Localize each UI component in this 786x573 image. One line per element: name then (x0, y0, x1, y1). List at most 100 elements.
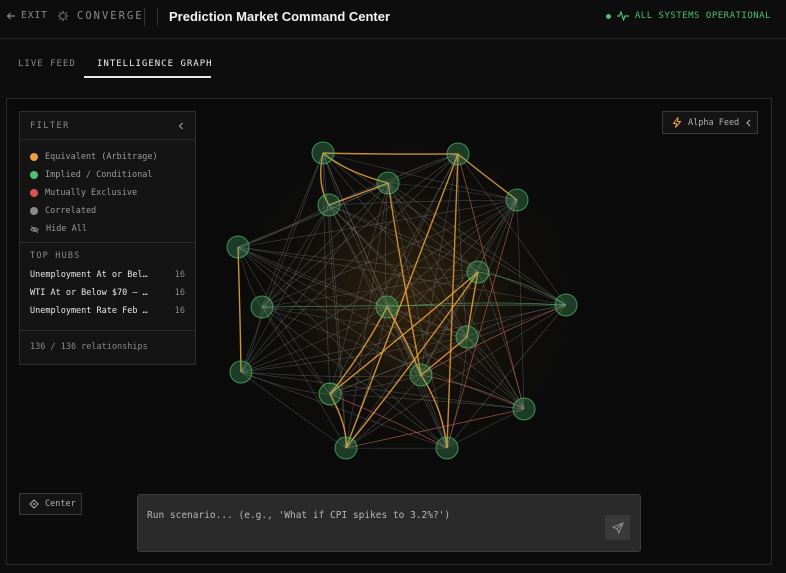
graph-edge (322, 152, 459, 155)
graph-edge (420, 304, 567, 376)
graph-edge (345, 271, 479, 449)
graph-edge (328, 199, 518, 206)
top-hubs: TOP HUBS Unemployment At or Bel… 16 WTI … (20, 243, 195, 331)
eye-off-icon (30, 225, 39, 233)
exit-label: EXIT (21, 10, 48, 21)
graph-edge (446, 153, 459, 449)
legend-exclusive[interactable]: Mutually Exclusive (30, 184, 185, 202)
legend-equivalent[interactable]: Equivalent (Arbitrage) (30, 148, 185, 166)
hub-item[interactable]: Unemployment Rate Feb … 16 (30, 306, 185, 324)
lightning-icon (672, 117, 682, 128)
legend-label: Equivalent (Arbitrage) (45, 152, 158, 162)
graph-node[interactable] (317, 193, 341, 217)
filter-legend: Equivalent (Arbitrage) Implied / Conditi… (20, 140, 195, 243)
top-bar: EXIT CONVERGE Prediction Market Command … (0, 0, 786, 39)
graph-edge (237, 204, 330, 248)
graph-panel: FILTER Equivalent (Arbitrage) Implied / … (6, 98, 772, 565)
graph-node[interactable] (505, 188, 529, 212)
activity-icon (616, 11, 629, 21)
graph-node[interactable] (376, 171, 400, 195)
graph-node[interactable] (435, 436, 459, 460)
alpha-feed-label: Alpha Feed (688, 117, 740, 128)
hub-item[interactable]: WTI At or Below $70 — … 16 (30, 288, 185, 306)
send-icon (611, 521, 624, 534)
alpha-feed-button[interactable]: Alpha Feed (662, 111, 758, 134)
center-button[interactable]: Center (19, 493, 82, 515)
hub-name: Unemployment At or Bel… (30, 270, 148, 280)
brand-name: CONVERGE (77, 10, 144, 22)
graph-edge (237, 153, 459, 248)
divider (144, 8, 145, 26)
legend-label: Correlated (45, 206, 97, 216)
graph-edge (240, 371, 422, 377)
graph-node[interactable] (466, 260, 490, 284)
graph-edge (329, 374, 422, 395)
graph-node[interactable] (318, 382, 342, 406)
graph-edge (240, 371, 331, 395)
graph-node[interactable] (512, 397, 536, 421)
graph-edge (261, 152, 324, 308)
legend-label: Implied / Conditional (45, 170, 153, 180)
hub-item[interactable]: Unemployment At or Bel… 16 (30, 270, 185, 288)
collapse-chevron-icon[interactable] (177, 122, 185, 130)
graph-node[interactable] (250, 295, 274, 319)
graph-edge (240, 304, 567, 373)
relationship-count: 136 / 136 relationships (30, 342, 148, 352)
active-tab-indicator (84, 76, 211, 78)
graph-edge (345, 271, 479, 449)
divider (157, 8, 158, 26)
send-button[interactable] (605, 515, 630, 540)
graph-edge (420, 304, 567, 376)
graph-edge (322, 152, 567, 306)
hub-name: WTI At or Below $70 — … (30, 288, 148, 298)
chevron-left-icon (746, 119, 751, 126)
graph-node[interactable] (226, 235, 250, 259)
graph-node[interactable] (375, 295, 399, 319)
graph-edge (237, 246, 242, 373)
legend-label: Mutually Exclusive (45, 188, 138, 198)
graph-node[interactable] (409, 363, 433, 387)
status-indicator: ALL SYSTEMS OPERATIONAL (605, 11, 771, 21)
graph-edge (261, 306, 388, 311)
graph-node[interactable] (446, 142, 470, 166)
graph-edge (261, 199, 518, 308)
equivalent-dot-icon (30, 153, 38, 161)
legend-implied[interactable]: Implied / Conditional (30, 166, 185, 184)
graph-node[interactable] (229, 360, 253, 384)
hide-all-label: Hide All (46, 224, 87, 234)
graph-node[interactable] (455, 325, 479, 349)
top-hubs-title: TOP HUBS (30, 251, 81, 261)
implied-dot-icon (30, 171, 38, 179)
brand: CONVERGE (57, 10, 144, 22)
graph-edge (477, 199, 518, 273)
crosshair-icon (29, 499, 39, 509)
graph-edge (345, 374, 422, 449)
graph-node[interactable] (311, 141, 335, 165)
graph-edge (446, 408, 525, 449)
hub-count: 16 (174, 288, 185, 298)
exclusive-dot-icon (30, 189, 38, 197)
hub-count: 16 (174, 270, 185, 280)
hide-all-button[interactable]: Hide All (30, 220, 185, 238)
graph-edge (261, 306, 347, 449)
exit-button[interactable]: EXIT (6, 10, 48, 21)
status-text: ALL SYSTEMS OPERATIONAL (634, 11, 771, 21)
graph-node[interactable] (334, 436, 358, 460)
converge-logo-icon (58, 11, 68, 21)
graph-edge (387, 182, 567, 306)
filter-title: FILTER (30, 120, 70, 131)
graph-edge (477, 271, 525, 410)
tab-intelligence-graph[interactable]: INTELLIGENCE GRAPH (97, 59, 213, 69)
graph-edge (237, 199, 518, 248)
graph-node[interactable] (554, 293, 578, 317)
graph-edge (329, 336, 468, 395)
status-dot (605, 13, 611, 19)
page-title: Prediction Market Command Center (169, 9, 391, 24)
correlated-dot-icon (30, 207, 38, 215)
scenario-input[interactable] (147, 507, 597, 523)
legend-correlated[interactable]: Correlated (30, 202, 185, 220)
graph-edge (466, 304, 567, 338)
filter-panel: FILTER Equivalent (Arbitrage) Implied / … (19, 111, 196, 365)
filter-header: FILTER (20, 112, 195, 140)
tab-live-feed[interactable]: LIVE FEED (18, 59, 76, 69)
